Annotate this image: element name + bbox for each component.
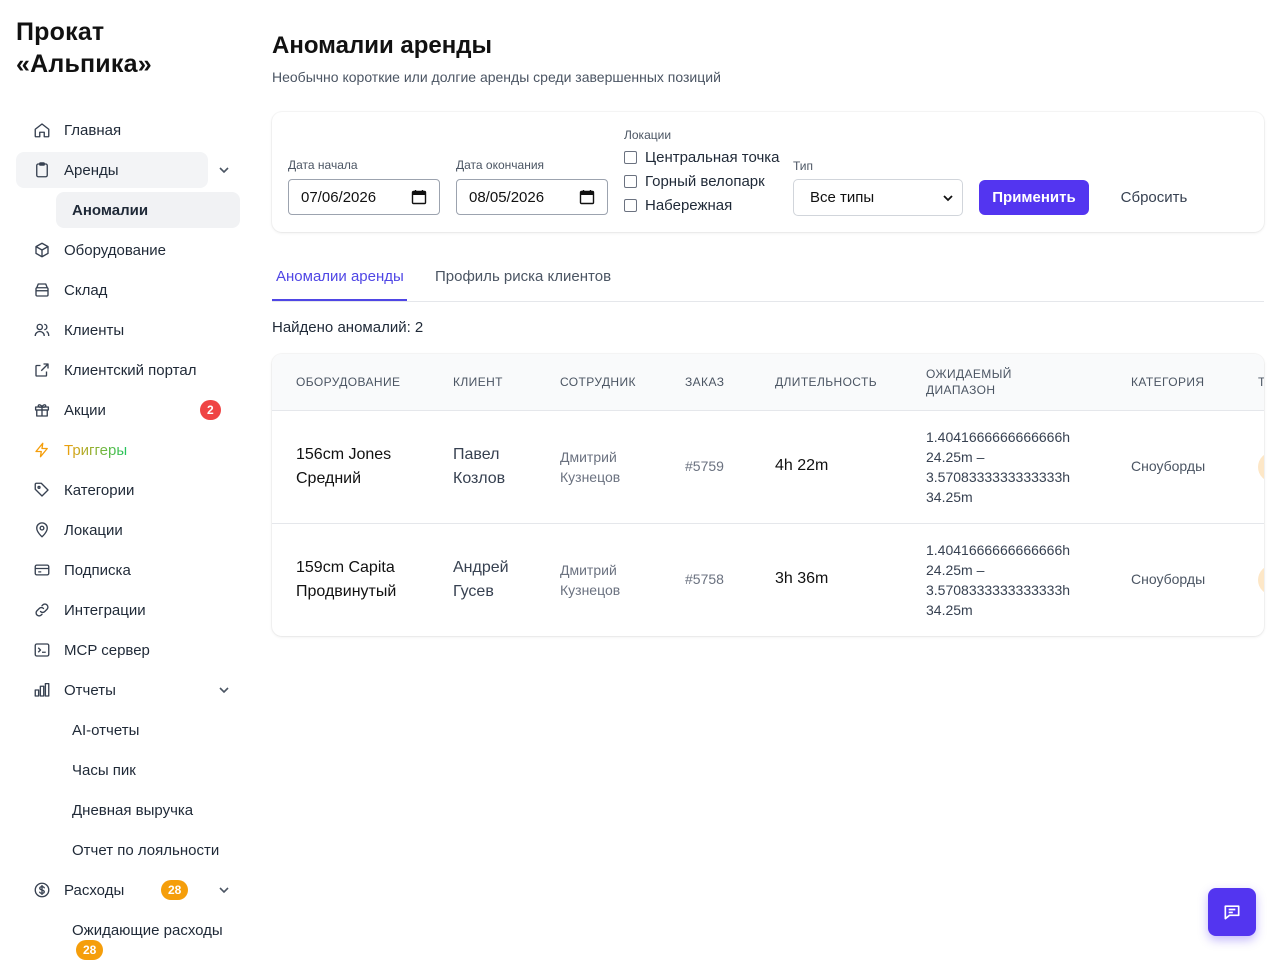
sidebar-item-rentals[interactable]: Аренды [16,152,208,188]
sidebar-item-anomalies[interactable]: Аномалии [56,192,240,228]
checkbox[interactable] [624,199,637,212]
page-title: Аномалии аренды [272,32,492,59]
equipment-cell: 159cm Capita Продвинутый [296,559,397,600]
locations-label: Локации [624,128,672,142]
location-checkbox-central[interactable]: Центральная точка [624,149,780,166]
end-date-label: Дата окончания [456,158,545,172]
sidebar: Прокат «Альпика» Главная Аренды Аномалии… [0,0,256,960]
lightning-icon [32,440,52,460]
apply-button[interactable]: Применить [979,180,1089,215]
expected-range-cell: 1.4041666666666666h 24.25m – 3.570833333… [926,429,1071,505]
end-date-input[interactable]: 08/05/2026 [456,179,608,215]
credit-card-icon [32,560,52,580]
order-cell[interactable]: #5758 [685,571,724,587]
client-cell: Павел Козлов [453,446,506,487]
sidebar-item-subscription[interactable]: Подписка [16,552,240,588]
sidebar-item-client-portal[interactable]: Клиентский портал [16,352,240,388]
sidebar-item-daily-revenue[interactable]: Дневная выручка [56,792,240,828]
equipment-cell: 156cm Jones Средний [296,446,392,487]
column-header-equipment[interactable]: ОБОРУДОВАНИЕ [296,374,400,390]
users-icon [32,320,52,340]
location-checkbox-embankment[interactable]: Набережная [624,197,732,214]
checkbox[interactable] [624,175,637,188]
anomalies-table: ОБОРУДОВАНИЕ КЛИЕНТ СОТРУДНИК ЗАКАЗ ДЛИТ… [272,354,1264,636]
staff-cell: Дмитрий Кузнецов [560,449,621,485]
sidebar-item-integrations[interactable]: Интеграции [16,592,240,628]
type-badge [1258,452,1264,482]
link-icon [32,600,52,620]
column-header-client[interactable]: КЛИЕНТ [453,374,503,390]
type-badge [1258,565,1264,595]
duration-cell: 3h 36m [775,570,829,587]
table-row[interactable]: 159cm Capita Продвинутый Андрей Гусев Дм… [272,524,1264,636]
staff-cell: Дмитрий Кузнецов [560,562,621,598]
chevron-down-icon [943,195,953,202]
expected-range-cell: 1.4041666666666666h 24.25m – 3.570833333… [926,542,1071,618]
column-header-truncated[interactable]: Т [1258,374,1264,390]
table-header: ОБОРУДОВАНИЕ КЛИЕНТ СОТРУДНИК ЗАКАЗ ДЛИТ… [272,354,1264,411]
pending-expenses-count-badge: 28 [76,940,104,960]
gift-icon [32,400,52,420]
terminal-icon [32,640,52,660]
promotions-count-badge: 2 [200,400,221,420]
chevron-down-icon[interactable] [216,682,232,698]
checkbox[interactable] [624,151,637,164]
category-cell: Сноуборды [1131,571,1206,587]
sidebar-item-home[interactable]: Главная [16,112,240,148]
type-label: Тип [793,159,814,173]
home-icon [32,120,52,140]
sidebar-item-categories[interactable]: Категории [16,472,240,508]
location-checkbox-bikepark[interactable]: Горный велопарк [624,173,765,190]
anomalies-count: Найдено аномалий: 2 [272,319,424,336]
column-header-category[interactable]: КАТЕГОРИЯ [1131,374,1204,390]
active-tab-indicator [272,299,407,301]
column-header-staff[interactable]: СОТРУДНИК [560,374,636,390]
filters-panel: Дата начала 07/06/2026 Дата окончания 08… [272,112,1264,232]
tabs-divider [272,301,1264,302]
expenses-count-badge: 28 [161,880,189,900]
sidebar-item-mcp-server[interactable]: MCP сервер [16,632,240,668]
tab-client-risk-profile[interactable]: Профиль риска клиентов [435,268,611,285]
map-pin-icon [32,520,52,540]
calendar-icon[interactable] [411,189,427,205]
sidebar-item-expenses[interactable]: Расходы [16,872,240,908]
sidebar-item-triggers[interactable]: Триггеры [16,432,240,468]
duration-cell: 4h 22m [775,457,829,474]
sidebar-item-locations[interactable]: Локации [16,512,240,548]
chat-button[interactable] [1208,888,1256,936]
dollar-circle-icon [32,880,52,900]
box-icon [32,240,52,260]
clipboard-icon [32,160,52,180]
bar-chart-icon [32,680,52,700]
column-header-expected-range[interactable]: ОЖИДАЕМЫЙ ДИАПАЗОН [926,366,1036,398]
brand-title: Прокат «Альпика» [16,18,152,78]
sidebar-item-warehouse[interactable]: Склад [16,272,240,308]
external-link-icon [32,360,52,380]
sidebar-item-clients[interactable]: Клиенты [16,312,240,348]
order-cell[interactable]: #5759 [685,458,724,474]
chevron-down-icon[interactable] [216,882,232,898]
tag-icon [32,480,52,500]
start-date-label: Дата начала [288,158,358,172]
client-cell: Андрей Гусев [453,559,509,600]
type-select[interactable]: Все типы [793,179,963,216]
sidebar-item-peak-hours[interactable]: Часы пик [56,752,240,788]
start-date-input[interactable]: 07/06/2026 [288,179,440,215]
chat-icon [1224,905,1240,920]
column-header-duration[interactable]: ДЛИТЕЛЬНОСТЬ [775,374,877,390]
sidebar-item-reports[interactable]: Отчеты [16,672,240,708]
sidebar-item-equipment[interactable]: Оборудование [16,232,240,268]
reset-button[interactable]: Сбросить [1105,180,1203,215]
chevron-down-icon[interactable] [216,162,232,178]
calendar-icon[interactable] [579,189,595,205]
category-cell: Сноуборды [1131,458,1206,474]
warehouse-icon [32,280,52,300]
sidebar-item-ai-reports[interactable]: AI-отчеты [56,712,240,748]
tab-rental-anomalies[interactable]: Аномалии аренды [276,268,404,285]
page-subtitle: Необычно короткие или долгие аренды сред… [272,69,721,85]
column-header-order[interactable]: ЗАКАЗ [685,374,724,390]
sidebar-item-loyalty-report[interactable]: Отчет по лояльности [56,832,240,868]
table-row[interactable]: 156cm Jones Средний Павел Козлов Дмитрий… [272,411,1264,524]
